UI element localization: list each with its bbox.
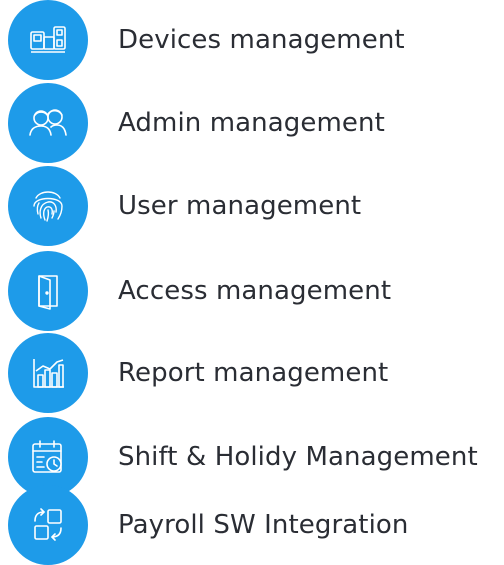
feature-label: Devices management bbox=[118, 25, 405, 55]
feature-list: Devices management Admin management User… bbox=[0, 0, 504, 565]
feature-item-devices: Devices management bbox=[8, 0, 504, 80]
feature-label: Admin management bbox=[118, 108, 385, 138]
fingerprint-icon bbox=[8, 166, 88, 246]
feature-label: Payroll SW Integration bbox=[118, 510, 409, 540]
feature-item-payroll: Payroll SW Integration bbox=[8, 485, 504, 565]
feature-item-report: Report management bbox=[8, 333, 504, 413]
report-chart-icon bbox=[8, 333, 88, 413]
feature-label: Shift & Holidy Management bbox=[118, 442, 478, 472]
door-icon bbox=[8, 251, 88, 331]
feature-item-admin: Admin management bbox=[8, 83, 504, 163]
feature-label: Report management bbox=[118, 358, 389, 388]
feature-item-user: User management bbox=[8, 166, 504, 246]
feature-label: Access management bbox=[118, 276, 392, 306]
feature-item-access: Access management bbox=[8, 251, 504, 331]
admins-icon bbox=[8, 83, 88, 163]
feature-label: User management bbox=[118, 191, 362, 221]
devices-icon bbox=[8, 0, 88, 80]
integration-icon bbox=[8, 485, 88, 565]
